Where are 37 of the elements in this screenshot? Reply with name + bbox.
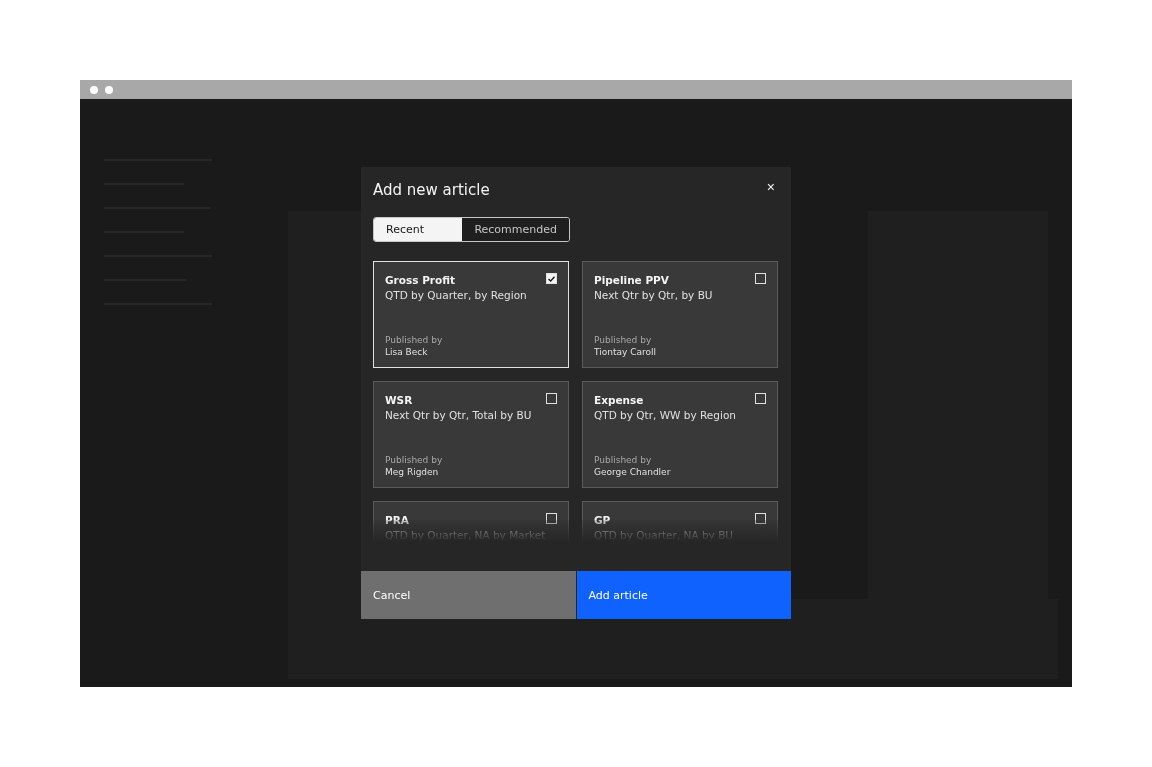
tab[interactable]: Recommended: [462, 218, 569, 241]
article-card[interactable]: Expense QTD by Qtr, WW by Region Published by George Chandler: [582, 381, 778, 488]
author-name: George Chandler: [594, 467, 671, 477]
window-dot: [105, 85, 113, 94]
cancel-button[interactable]: Cancel: [361, 571, 576, 619]
checkbox[interactable]: [546, 513, 557, 524]
checkbox[interactable]: [755, 273, 766, 284]
checkbox[interactable]: [755, 393, 766, 404]
checkbox[interactable]: [755, 513, 766, 524]
checkbox[interactable]: [546, 273, 557, 284]
checkmark-icon: [548, 275, 555, 282]
article-subtitle: QTD by Qtr, WW by Region: [594, 409, 736, 421]
author-name: Meg Rigden: [385, 467, 439, 477]
published-label: Published by: [385, 335, 443, 345]
article-card[interactable]: Pipeline PPV Next Qtr by Qtr, by BU Published by Tiontay Caroll: [582, 261, 778, 368]
published-label: Published by: [594, 335, 652, 345]
article-card[interactable]: WSR Next Qtr by Qtr, Total by BU Published by Meg Rigden: [373, 381, 569, 488]
article-title: WSR: [385, 394, 413, 406]
article-subtitle: QTD by Quarter, by Region: [385, 289, 527, 301]
article-title: Expense: [594, 394, 644, 406]
article-title: Pipeline PPV: [594, 274, 669, 286]
article-subtitle: Next Qtr by Qtr, Total by BU: [385, 409, 532, 421]
published-label: Published by: [594, 455, 652, 465]
author-name: Tiontay Caroll: [594, 347, 656, 357]
dialog-title: Add new article: [373, 181, 490, 201]
article-card[interactable]: Gross Profit QTD by Quarter, by Region Published by Lisa Beck: [373, 261, 569, 368]
window-dot: [90, 85, 98, 94]
article-title: Gross Profit: [385, 274, 456, 286]
published-label: Published by: [385, 455, 443, 465]
author-name: Lisa Beck: [385, 347, 428, 357]
add-button[interactable]: Add article: [576, 571, 791, 619]
article-title: GP: [594, 514, 611, 526]
article-subtitle: Next Qtr by Qtr, by BU: [594, 289, 713, 301]
checkbox[interactable]: [546, 393, 557, 404]
close-button[interactable]: ×: [762, 177, 779, 197]
tab[interactable]: Recent: [374, 218, 463, 241]
article-title: PRA: [385, 514, 409, 526]
